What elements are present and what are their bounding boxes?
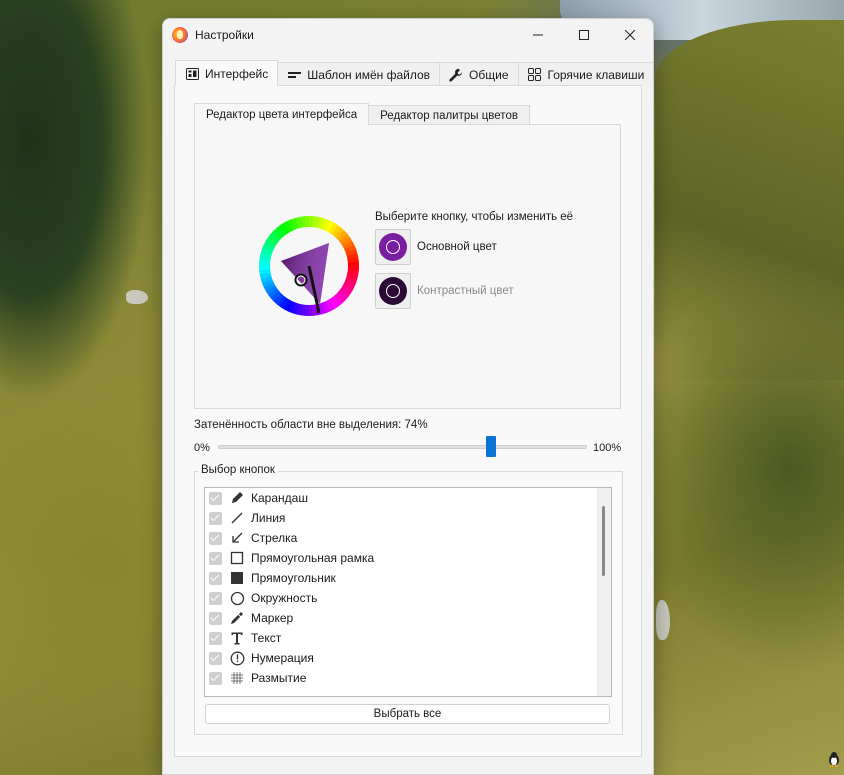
checkbox[interactable] (209, 511, 222, 525)
color-hint-text: Выберите кнопку, чтобы изменить её (375, 211, 574, 223)
opacity-slider-track[interactable] (218, 445, 587, 449)
contrast-color-label: Контрастный цвет (417, 285, 514, 297)
color-editor-panel: Выберите кнопку, чтобы изменить её Основ… (194, 124, 621, 409)
list-item-label: Прямоугольная рамка (251, 551, 375, 565)
checkbox[interactable] (209, 631, 222, 645)
contrast-color-row: Контрастный цвет (375, 273, 514, 309)
list-item[interactable]: Линия (205, 508, 611, 528)
tab-filename-template[interactable]: Шаблон имён файлов (277, 62, 441, 86)
primary-color-label: Основной цвет (417, 241, 497, 253)
list-item[interactable]: Маркер (205, 608, 611, 628)
close-button[interactable] (607, 19, 653, 51)
subtab-label: Редактор цвета интерфейса (206, 108, 358, 121)
circle-icon (386, 240, 400, 254)
numbering-icon (229, 650, 245, 666)
app-flame-icon (172, 27, 188, 43)
minimize-icon (533, 34, 543, 36)
minimize-button[interactable] (515, 19, 561, 51)
primary-color-button[interactable] (375, 229, 411, 265)
interface-icon (185, 67, 199, 81)
checkbox[interactable] (209, 671, 222, 685)
buttons-list[interactable]: Карандаш Линия Стрелка Прямоугольная рамка П… (204, 487, 612, 697)
list-item-label: Окружность (251, 591, 318, 605)
subtab-label: Редактор палитры цветов (380, 109, 518, 122)
checkbox[interactable] (209, 531, 222, 545)
wallpaper-rock (656, 600, 670, 640)
list-item[interactable]: Размытие (205, 668, 611, 688)
list-scrollbar[interactable] (597, 488, 611, 696)
pencil-icon (229, 490, 245, 506)
marker-icon (229, 610, 245, 626)
slider-max-label: 100% (593, 442, 622, 454)
wallpaper-rock (126, 290, 148, 304)
circle-icon (229, 590, 245, 606)
list-item-label: Нумерация (251, 651, 314, 665)
list-item-label: Стрелка (251, 531, 298, 545)
buttons-group-title: Выбор кнопок (198, 464, 278, 476)
list-item-label: Маркер (251, 611, 294, 625)
list-item[interactable]: Нумерация (205, 648, 611, 668)
blur-icon (229, 670, 245, 686)
rect-filled-icon (229, 570, 245, 586)
list-item-label: Прямоугольник (251, 571, 336, 585)
wrench-icon (449, 68, 463, 82)
contrast-color-button[interactable] (375, 273, 411, 309)
primary-color-row: Основной цвет (375, 229, 497, 265)
filename-template-icon (287, 68, 301, 82)
scrollbar-thumb[interactable] (602, 506, 605, 576)
slider-min-label: 0% (194, 442, 210, 454)
close-icon (625, 30, 635, 40)
color-wheel[interactable] (258, 215, 360, 317)
window-title: Настройки (195, 28, 254, 42)
list-item-label: Линия (251, 511, 286, 525)
text-icon (229, 630, 245, 646)
checkbox[interactable] (209, 651, 222, 665)
checkbox[interactable] (209, 551, 222, 565)
window-controls (515, 19, 653, 51)
arrow-icon (229, 530, 245, 546)
list-item[interactable]: Карандаш (205, 488, 611, 508)
hotkeys-grid-icon (528, 68, 542, 82)
line-icon (229, 510, 245, 526)
tab-interface-color-editor[interactable]: Редактор цвета интерфейса (194, 103, 370, 125)
circle-icon (386, 284, 400, 298)
sub-tabs: Редактор цвета интерфейса Редактор палит… (194, 103, 530, 125)
tab-general[interactable]: Общие (439, 62, 519, 86)
checkbox[interactable] (209, 611, 222, 625)
list-item-label: Карандаш (251, 491, 308, 505)
primary-color-swatch (379, 233, 407, 261)
list-item-label: Размытие (251, 671, 307, 685)
tab-hotkeys[interactable]: Горячие клавиши (517, 62, 653, 86)
opacity-slider-handle[interactable] (486, 436, 497, 457)
list-item[interactable]: Окружность (205, 588, 611, 608)
list-item[interactable]: Текст (205, 628, 611, 648)
select-all-button[interactable]: Выбрать все (205, 704, 610, 724)
maximize-icon (579, 30, 589, 40)
tab-label: Горячие клавиши (547, 67, 645, 82)
tab-palette-editor[interactable]: Редактор палитры цветов (368, 105, 530, 125)
list-item[interactable]: Прямоугольная рамка (205, 548, 611, 568)
list-item[interactable]: Стрелка (205, 528, 611, 548)
rect-outline-icon (229, 550, 245, 566)
tab-label: Интерфейс (205, 66, 269, 81)
list-item-label: Текст (251, 631, 282, 645)
interface-panel: Редактор цвета интерфейса Редактор палит… (174, 85, 642, 757)
wallpaper-ridge (655, 20, 844, 380)
checkbox[interactable] (209, 571, 222, 585)
title-bar[interactable]: Настройки (163, 19, 653, 51)
opacity-label: Затенённость области вне выделения: 74% (194, 419, 428, 431)
checkbox[interactable] (209, 491, 222, 505)
checkbox[interactable] (209, 591, 222, 605)
tab-interface[interactable]: Интерфейс (175, 60, 279, 86)
tray-penguin-icon (828, 751, 840, 767)
main-tabs: Интерфейс Шаблон имён файлов Общие Горяч… (175, 60, 653, 86)
list-item[interactable]: Прямоугольник (205, 568, 611, 588)
contrast-color-swatch (379, 277, 407, 305)
buttons-list-items: Карандаш Линия Стрелка Прямоугольная рамка П… (205, 488, 611, 688)
tab-label: Общие (469, 67, 509, 82)
tab-label: Шаблон имён файлов (307, 67, 431, 82)
maximize-button[interactable] (561, 19, 607, 51)
settings-window: Настройки Интерфейс Шаблон имён файлов О… (162, 18, 654, 775)
